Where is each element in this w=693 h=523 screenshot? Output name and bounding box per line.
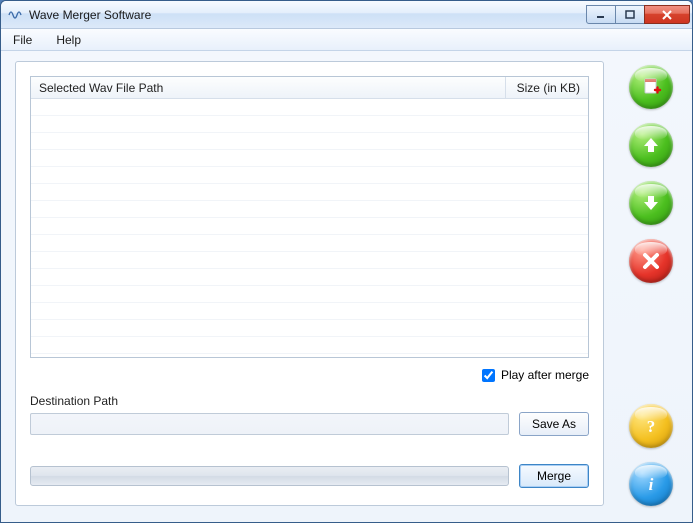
list-body[interactable] xyxy=(31,99,588,357)
move-up-button[interactable] xyxy=(629,123,673,167)
play-after-merge: Play after merge xyxy=(30,368,589,382)
svg-text:i: i xyxy=(649,475,654,494)
progress-bar xyxy=(30,466,509,486)
titlebar[interactable]: Wave Merger Software xyxy=(1,1,692,29)
maximize-button[interactable] xyxy=(615,5,645,24)
svg-text:?: ? xyxy=(647,417,656,436)
file-list[interactable]: Selected Wav File Path Size (in KB) xyxy=(30,76,589,358)
list-row xyxy=(31,269,588,286)
list-row xyxy=(31,133,588,150)
window-title: Wave Merger Software xyxy=(29,8,587,22)
menubar: File Help xyxy=(1,29,692,51)
list-row xyxy=(31,286,588,303)
list-row xyxy=(31,337,588,354)
side-toolbar: ? i xyxy=(622,61,680,506)
help-button[interactable]: ? xyxy=(629,404,673,448)
arrow-down-icon xyxy=(640,192,662,214)
window-controls xyxy=(587,5,690,24)
move-down-button[interactable] xyxy=(629,181,673,225)
list-row xyxy=(31,320,588,337)
menu-help[interactable]: Help xyxy=(52,31,85,49)
destination-row: Save As xyxy=(30,412,589,436)
play-after-label: Play after merge xyxy=(501,368,589,382)
destination-label: Destination Path xyxy=(30,394,589,408)
minimize-button[interactable] xyxy=(586,5,616,24)
col-header-size[interactable]: Size (in KB) xyxy=(506,77,588,98)
close-button[interactable] xyxy=(644,5,690,24)
destination-input[interactable] xyxy=(30,413,509,435)
list-row xyxy=(31,201,588,218)
list-row xyxy=(31,218,588,235)
app-icon xyxy=(7,7,23,23)
play-after-checkbox[interactable] xyxy=(482,369,495,382)
close-icon xyxy=(641,251,661,271)
client-area: Selected Wav File Path Size (in KB) xyxy=(1,51,692,522)
list-row xyxy=(31,150,588,167)
merge-row: Merge xyxy=(30,464,589,488)
list-row xyxy=(31,116,588,133)
remove-button[interactable] xyxy=(629,239,673,283)
arrow-up-icon xyxy=(640,134,662,156)
info-button[interactable]: i xyxy=(629,462,673,506)
menu-file[interactable]: File xyxy=(9,31,36,49)
main-panel: Selected Wav File Path Size (in KB) xyxy=(15,61,604,506)
question-icon: ? xyxy=(640,415,662,437)
list-row xyxy=(31,303,588,320)
merge-button[interactable]: Merge xyxy=(519,464,589,488)
add-file-icon xyxy=(640,76,662,98)
list-header: Selected Wav File Path Size (in KB) xyxy=(31,77,588,99)
info-icon: i xyxy=(640,473,662,495)
add-file-button[interactable] xyxy=(629,65,673,109)
list-row xyxy=(31,99,588,116)
col-header-path[interactable]: Selected Wav File Path xyxy=(31,77,506,98)
list-row xyxy=(31,252,588,269)
list-row xyxy=(31,184,588,201)
app-window: Wave Merger Software File Help Selected … xyxy=(0,0,693,523)
list-row xyxy=(31,235,588,252)
list-row xyxy=(31,167,588,184)
save-as-button[interactable]: Save As xyxy=(519,412,589,436)
